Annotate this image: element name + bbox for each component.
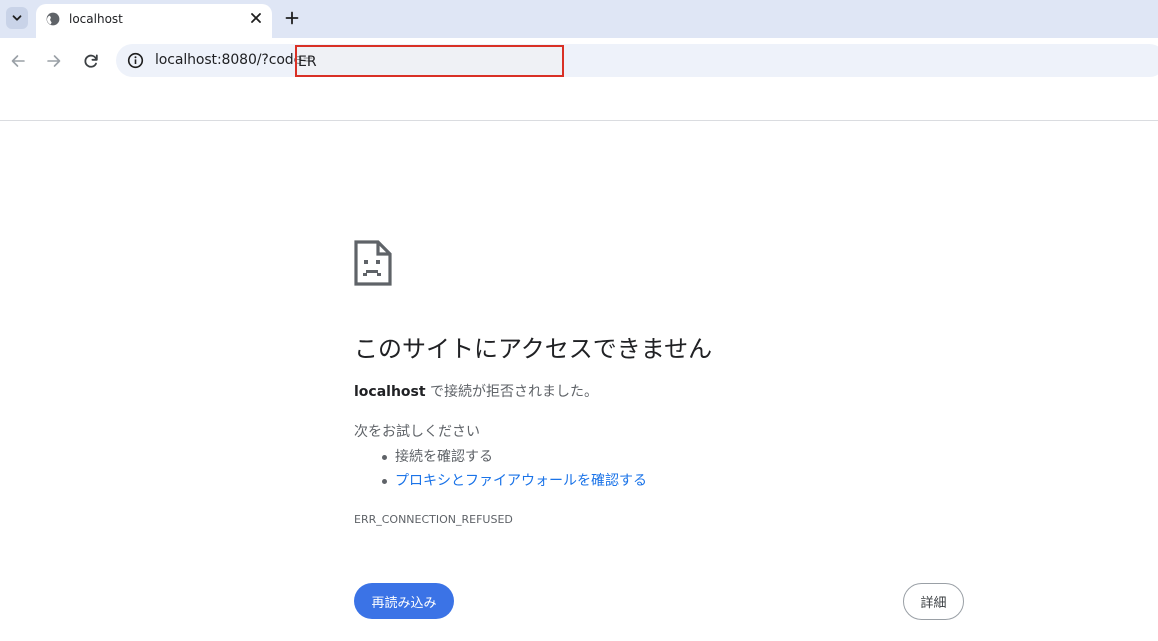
url-highlighted-text[interactable]: ER — [298, 54, 317, 71]
error-heading: このサイトにアクセスできません — [354, 335, 713, 363]
tab-localhost[interactable]: localhost — [36, 4, 272, 38]
toolbar: localhost:8080/?code= — [0, 38, 1158, 84]
tab-title: localhost — [69, 12, 123, 26]
arrow-left-icon[interactable] — [9, 52, 27, 70]
error-code: ERR_CONNECTION_REFUSED — [354, 513, 513, 526]
tab-strip: localhost — [0, 0, 1158, 38]
suggestion-check-proxy-firewall-link[interactable]: プロキシとファイアウォールを確認する — [380, 469, 647, 493]
chevron-down-icon — [12, 15, 22, 21]
toolbar-divider — [0, 120, 1158, 121]
url-text[interactable]: localhost:8080/?code= — [155, 52, 314, 69]
suggestion-check-connection: 接続を確認する — [380, 445, 647, 469]
reload-icon[interactable] — [82, 52, 100, 70]
plus-icon[interactable] — [284, 10, 300, 26]
suggestions-list: 接続を確認する プロキシとファイアウォールを確認する — [380, 445, 647, 493]
sad-page-icon — [354, 240, 392, 286]
reload-button[interactable]: 再読み込み — [354, 583, 454, 619]
url-highlight-box: ER — [295, 45, 564, 77]
close-icon[interactable] — [249, 11, 263, 25]
omnibox[interactable]: localhost:8080/?code= — [116, 44, 1158, 77]
tab-search-button[interactable] — [6, 7, 28, 29]
info-icon[interactable] — [127, 52, 144, 69]
arrow-right-icon[interactable] — [45, 52, 63, 70]
error-host: localhost — [354, 384, 426, 400]
error-summary: localhost で接続が拒否されました。 — [354, 382, 598, 402]
details-button[interactable]: 詳細 — [903, 583, 964, 620]
error-summary-text: で接続が拒否されました。 — [425, 384, 599, 400]
suggestions-title: 次をお試しください — [354, 424, 480, 440]
globe-icon — [46, 12, 60, 26]
